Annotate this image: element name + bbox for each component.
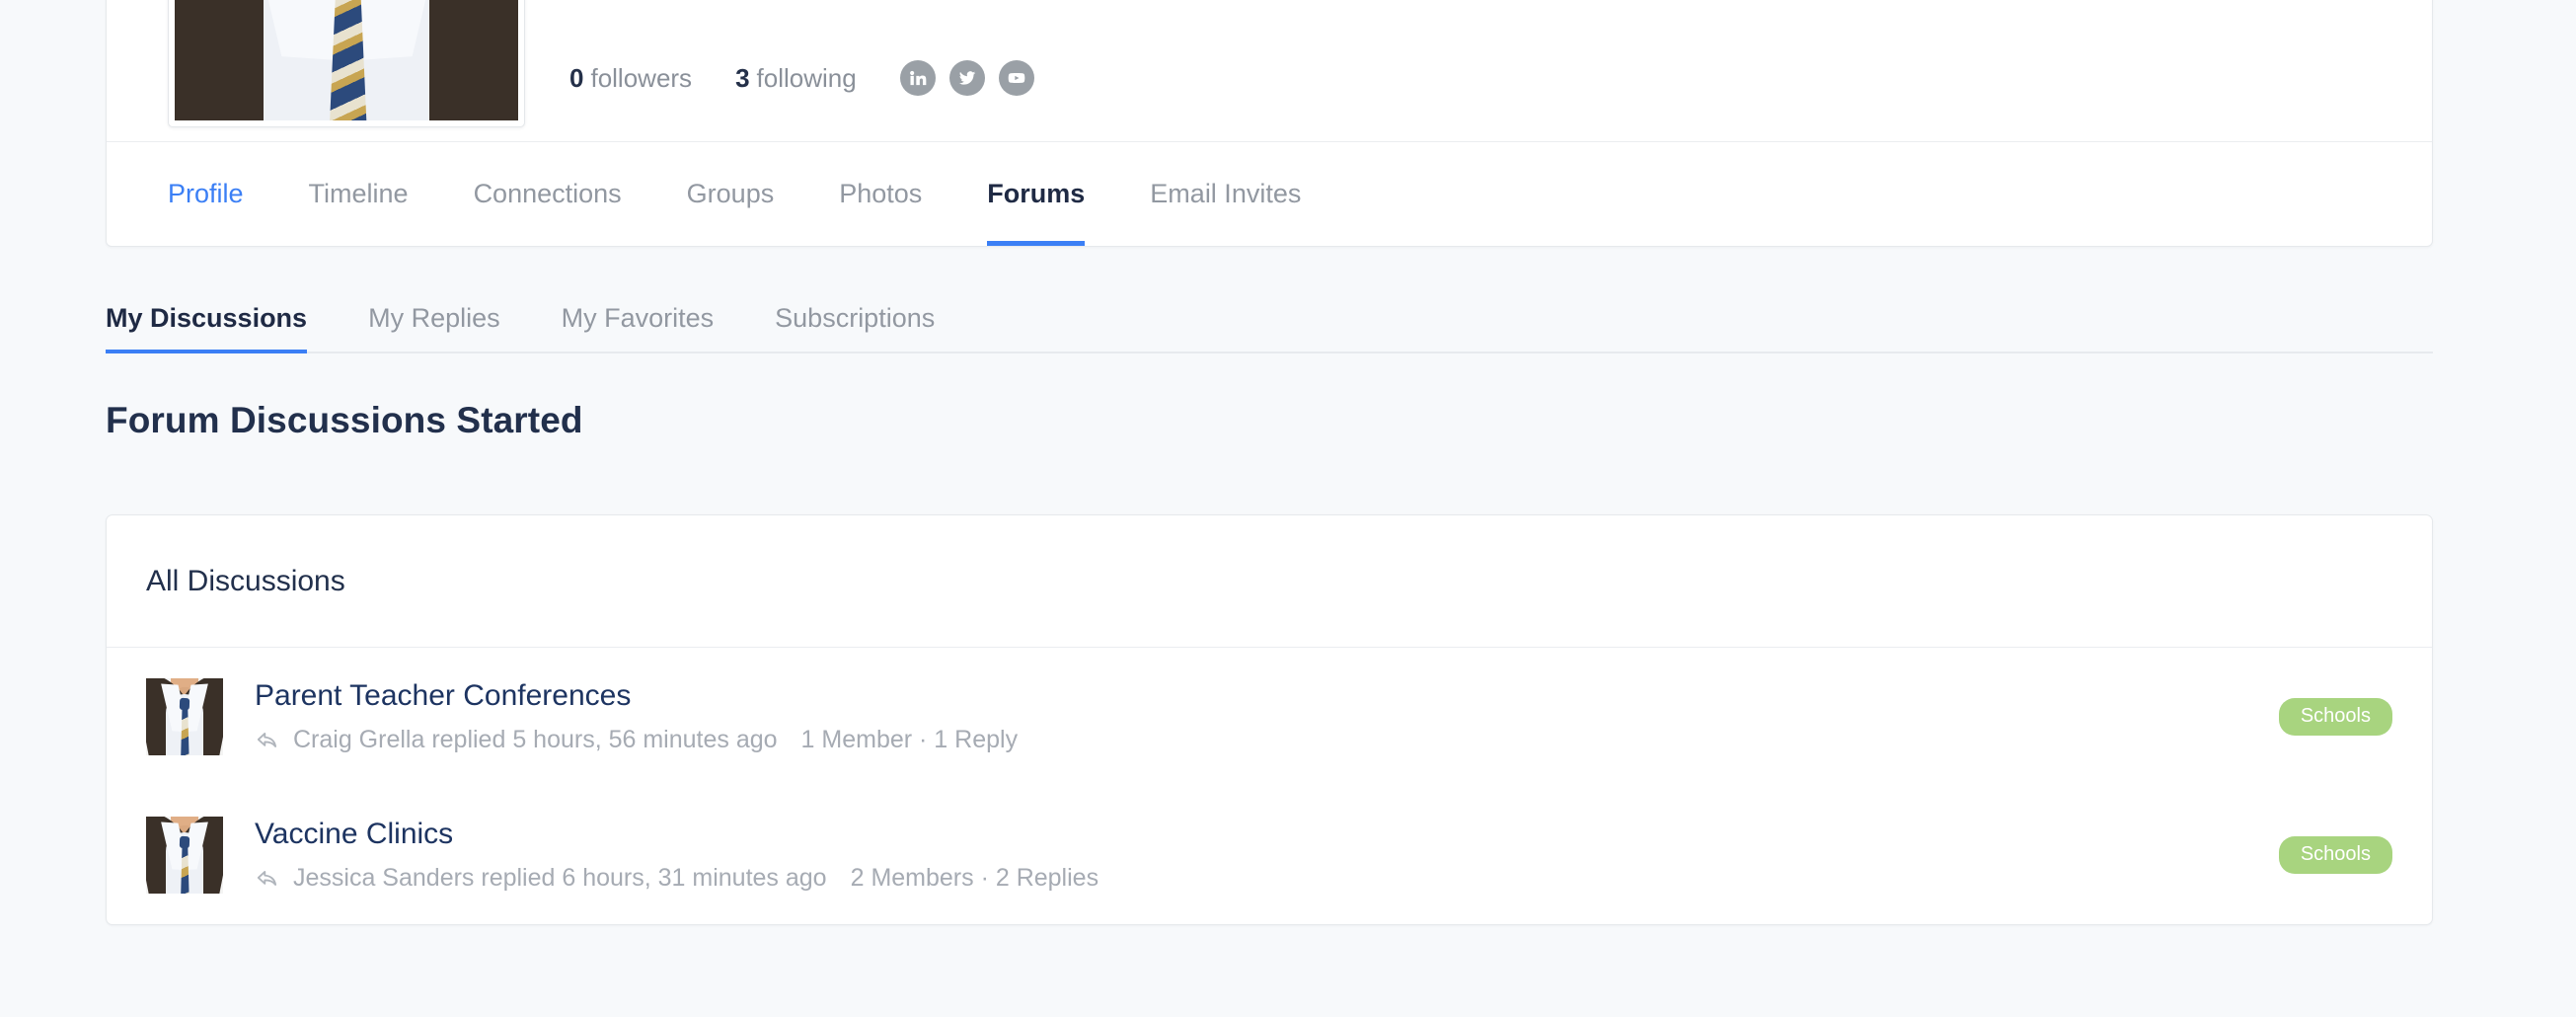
table-row[interactable]: Parent Teacher Conferences Craig Grella … [107,648,2432,786]
profile-avatar[interactable] [168,0,525,127]
tab-connections[interactable]: Connections [474,142,622,246]
followers-stat[interactable]: 0 followers [569,63,692,94]
profile-stats: 0 followers 3 following [569,60,1034,96]
profile-avatar-image [175,0,518,120]
profile-panel: 0 followers 3 following Profile Timeline… [106,0,2433,247]
page-title: Forum Discussions Started [106,400,583,440]
discussion-meta: Craig Grella replied 5 hours, 56 minutes… [255,726,2255,754]
tab-email-invites-label: Email Invites [1150,179,1302,208]
youtube-icon[interactable] [998,60,1034,96]
twitter-icon[interactable] [948,60,985,96]
subtab-my-replies[interactable]: My Replies [368,303,500,352]
discussion-title[interactable]: Parent Teacher Conferences [255,679,631,713]
profile-header: 0 followers 3 following [107,0,2432,142]
profile-nav-tabs: Profile Timeline Connections Groups Phot… [107,142,2432,246]
tab-groups[interactable]: Groups [687,142,775,246]
subtab-subscriptions[interactable]: Subscriptions [775,303,935,352]
discussion-body: Parent Teacher Conferences Craig Grella … [255,679,2255,754]
tab-forums[interactable]: Forums [987,142,1086,246]
status-badge[interactable]: Schools [2278,836,2392,874]
forum-sub-tabs: My Discussions My Replies My Favorites S… [106,288,2433,353]
following-label: following [756,62,857,93]
discussion-reply-text: Jessica Sanders replied 6 hours, 31 minu… [293,864,827,892]
discussion-reply-text: Craig Grella replied 5 hours, 56 minutes… [293,726,778,753]
tab-connections-label: Connections [473,179,622,208]
tab-photos[interactable]: Photos [839,142,922,246]
tab-photos-label: Photos [839,179,923,208]
discussion-counts: 1 Member · 1 Reply [800,726,1019,753]
followers-count: 0 [569,62,584,93]
discussion-meta: Jessica Sanders replied 6 hours, 31 minu… [255,864,2255,893]
status-badge[interactable]: Schools [2278,698,2392,736]
tab-profile[interactable]: Profile [168,142,244,246]
discussion-body: Vaccine Clinics Jessica Sanders replied … [255,818,2255,893]
avatar[interactable] [146,817,223,894]
subtab-my-discussions[interactable]: My Discussions [106,303,308,353]
discussion-counts: 2 Members · 2 Replies [850,864,1099,892]
subtab-my-favorites-label: My Favorites [561,303,715,333]
table-row[interactable]: Vaccine Clinics Jessica Sanders replied … [107,786,2432,924]
social-links [899,60,1034,96]
following-stat[interactable]: 3 following [735,63,857,94]
tab-timeline-label: Timeline [308,179,409,208]
discussions-card: All Discussions Parent Teacher Conferenc… [106,514,2433,925]
avatar[interactable] [146,678,223,755]
tab-profile-label: Profile [168,179,244,208]
followers-label: followers [590,62,693,93]
subtab-my-favorites[interactable]: My Favorites [562,303,715,352]
tab-groups-label: Groups [686,179,775,208]
discussions-card-title: All Discussions [146,564,345,597]
following-count: 3 [735,62,750,93]
reply-arrow-icon [255,728,280,753]
subtab-my-discussions-label: My Discussions [106,303,308,333]
linkedin-icon[interactable] [899,60,936,96]
discussion-title[interactable]: Vaccine Clinics [255,818,453,851]
tab-timeline[interactable]: Timeline [309,142,409,246]
tab-email-invites[interactable]: Email Invites [1150,142,1301,246]
subtab-my-replies-label: My Replies [368,303,500,333]
discussions-card-header: All Discussions [107,515,2432,648]
subtab-subscriptions-label: Subscriptions [775,303,936,333]
tab-forums-label: Forums [987,179,1086,208]
page-root: 0 followers 3 following Profile Timeline… [0,0,2576,1017]
reply-arrow-icon [255,866,280,892]
